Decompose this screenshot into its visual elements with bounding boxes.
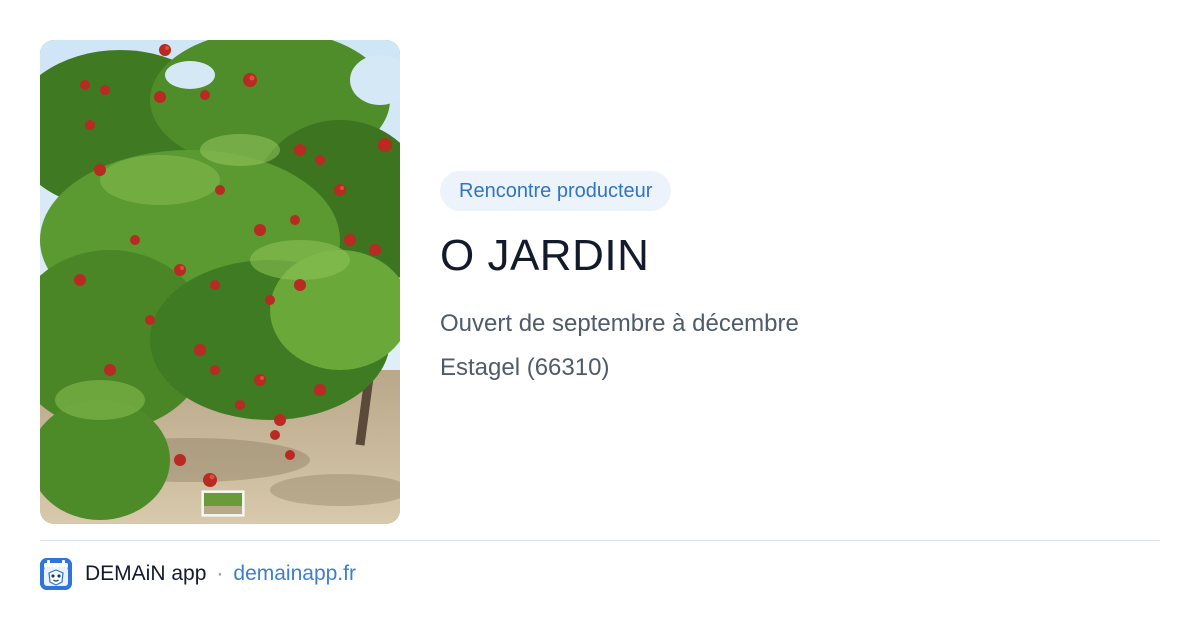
producer-location: Estagel (66310) xyxy=(440,354,610,381)
category-badge: Rencontre producteur xyxy=(440,171,672,211)
peach-orchard-image xyxy=(40,40,400,524)
orchard-photo xyxy=(40,40,400,524)
site-link[interactable]: demainapp.fr xyxy=(233,562,356,586)
footer-divider xyxy=(40,540,1160,541)
producer-title: O JARDIN xyxy=(440,231,650,280)
producer-card: Rencontre producteur O JARDIN Ouvert de … xyxy=(0,0,1200,630)
producer-info: Rencontre producteur O JARDIN Ouvert de … xyxy=(440,171,1140,384)
footer: DEMAiN app · demainapp.fr xyxy=(40,557,356,591)
app-name: DEMAiN app xyxy=(85,562,207,585)
footer-separator: · xyxy=(216,562,224,585)
demain-app-icon xyxy=(40,558,72,590)
opening-season: Ouvert de septembre à décembre xyxy=(440,310,799,337)
